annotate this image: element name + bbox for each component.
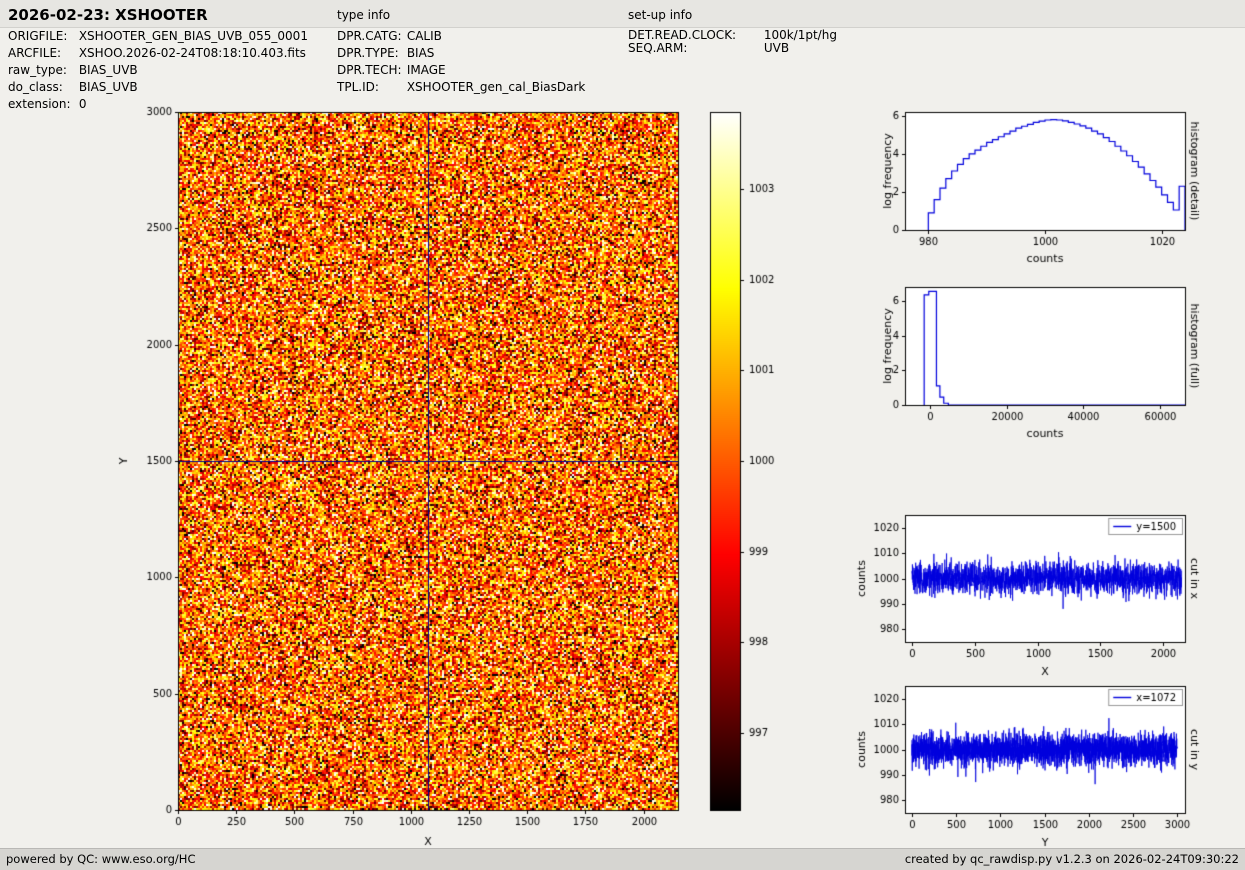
type-info-block: DPR.CATG: CALIB DPR.TYPE: BIAS DPR.TECH:…	[337, 28, 585, 96]
setup-info-block: DET.READ.CLOCK: 100k/1pt/hg SEQ.ARM: UVB	[628, 29, 837, 55]
footer-right-text: created by qc_rawdisp.py v1.2.3 on 2026-…	[905, 849, 1239, 870]
footer-left-text: powered by QC: www.eso.org/HC	[6, 849, 195, 870]
meta-label: ORIGFILE:	[8, 28, 75, 45]
page-title: 2026-02-23: XSHOOTER	[8, 6, 208, 24]
colorbar	[705, 95, 795, 855]
meta-row: do_class: BIAS_UVB	[8, 79, 308, 96]
meta-value: BIAS_UVB	[79, 63, 138, 77]
meta-value: BIAS_UVB	[79, 80, 138, 94]
meta-label: DPR.CATG:	[337, 28, 403, 45]
bias-image-plot	[110, 95, 710, 855]
setup-info-heading: set-up info	[628, 8, 692, 22]
cut-in-y-plot	[850, 664, 1210, 859]
meta-label: DPR.TYPE:	[337, 45, 403, 62]
meta-label: raw_type:	[8, 62, 75, 79]
meta-row: DPR.TECH: IMAGE	[337, 62, 585, 79]
meta-label: extension:	[8, 96, 75, 113]
meta-label: DPR.TECH:	[337, 62, 403, 79]
header-bar: 2026-02-23: XSHOOTER type info set-up in…	[0, 0, 1245, 28]
meta-value: 0	[79, 97, 87, 111]
meta-value: CALIB	[407, 29, 442, 43]
meta-row: TPL.ID: XSHOOTER_gen_cal_BiasDark	[337, 79, 585, 96]
meta-label: do_class:	[8, 79, 75, 96]
type-info-heading: type info	[337, 8, 390, 22]
footer-bar: powered by QC: www.eso.org/HC created by…	[0, 848, 1245, 870]
cut-in-x-plot	[850, 493, 1210, 683]
meta-row: ORIGFILE: XSHOOTER_GEN_BIAS_UVB_055_0001	[8, 28, 308, 45]
meta-label: SEQ.ARM:	[628, 42, 760, 55]
meta-value: IMAGE	[407, 63, 446, 77]
meta-label: TPL.ID:	[337, 79, 403, 96]
meta-row: DPR.CATG: CALIB	[337, 28, 585, 45]
meta-label: ARCFILE:	[8, 45, 75, 62]
meta-value: 100k/1pt/hg	[764, 28, 837, 42]
meta-value: XSHOOTER_gen_cal_BiasDark	[407, 80, 586, 94]
meta-value: XSHOO.2026-02-24T08:18:10.403.fits	[79, 46, 306, 60]
meta-value: BIAS	[407, 46, 435, 60]
qc-report-page: 2026-02-23: XSHOOTER type info set-up in…	[0, 0, 1245, 870]
meta-value: XSHOOTER_GEN_BIAS_UVB_055_0001	[79, 29, 308, 43]
meta-row: SEQ.ARM: UVB	[628, 42, 837, 55]
meta-value: UVB	[764, 41, 789, 55]
histogram-full-plot	[850, 265, 1210, 465]
meta-row: raw_type: BIAS_UVB	[8, 62, 308, 79]
meta-row: ARCFILE: XSHOO.2026-02-24T08:18:10.403.f…	[8, 45, 308, 62]
meta-row: DPR.TYPE: BIAS	[337, 45, 585, 62]
histogram-detail-plot	[850, 90, 1210, 290]
